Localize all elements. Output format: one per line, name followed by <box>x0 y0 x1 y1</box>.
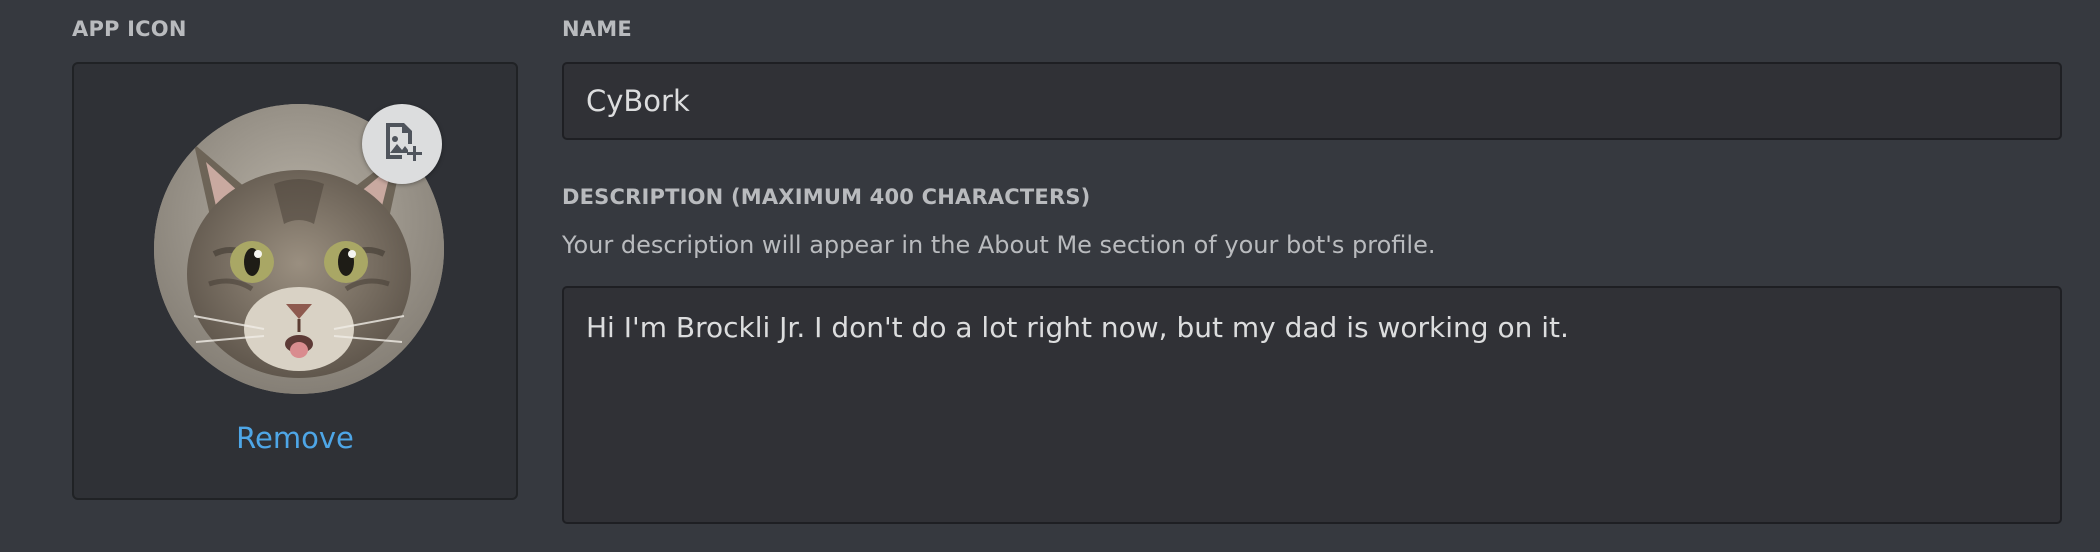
description-label: DESCRIPTION (MAXIMUM 400 CHARACTERS) <box>562 185 1091 209</box>
name-input[interactable]: CyBork <box>562 62 2062 140</box>
description-textarea[interactable]: Hi I'm Brockli Jr. I don't do a lot righ… <box>562 286 2062 524</box>
upload-image-button[interactable] <box>362 104 442 184</box>
app-icon-label: APP ICON <box>72 17 187 41</box>
remove-icon-link[interactable]: Remove <box>74 424 516 453</box>
app-settings-panel: APP ICON Remove NAME CyBork DESCRIPTION … <box>0 0 2100 552</box>
image-add-icon <box>380 120 424 168</box>
name-label: NAME <box>562 17 632 41</box>
app-icon-box: Remove <box>72 62 518 500</box>
description-helper-text: Your description will appear in the Abou… <box>562 231 1436 259</box>
